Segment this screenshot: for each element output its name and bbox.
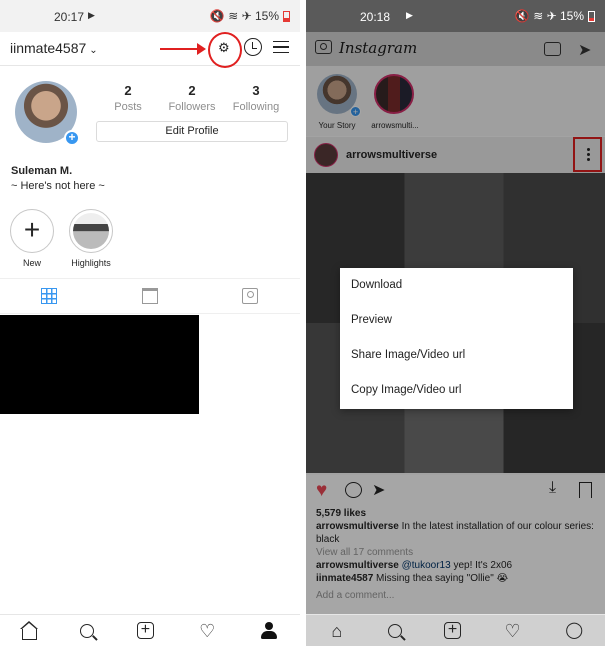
bookmark-icon[interactable] <box>579 482 592 499</box>
highlight-label: Highlights <box>71 258 111 268</box>
comment-icon[interactable] <box>345 482 362 498</box>
share-icon[interactable]: ➤ <box>372 480 385 500</box>
profile-tabs <box>0 278 300 314</box>
stat-number: 2 <box>188 83 196 98</box>
igtv-icon[interactable] <box>142 288 158 304</box>
stat-number: 3 <box>252 83 260 98</box>
activity-heart-icon[interactable]: ♡ <box>197 621 217 641</box>
context-menu: Download Preview Share Image/Video url C… <box>340 268 573 409</box>
feed-screen: 20:18 ▶ 🔇 ≋ ✈ 15% Instagram ➤ + Your Sto… <box>306 0 605 646</box>
gear-icon[interactable]: ⚙ <box>218 40 230 56</box>
like-heart-icon[interactable]: ♥ <box>316 480 327 502</box>
activity-heart-icon[interactable]: ♡ <box>503 621 523 641</box>
profile-screen: 20:17 ▶ 🔇 ≋ ✈ 15% iinmate4587 ⌄ ⚙ + 2 Pos… <box>0 0 300 646</box>
play-icon: ▶ <box>406 10 413 20</box>
status-icons: 🔇 ≋ ✈ 15% <box>210 9 290 23</box>
menu-item-download[interactable]: Download <box>340 268 573 303</box>
bottom-nav: ⌂ + ♡ ◯ <box>306 614 605 646</box>
caption-user[interactable]: arrowsmultiverse <box>316 521 399 532</box>
caption: arrowsmultiverse In the latest installat… <box>316 520 595 546</box>
post-actions: ♥ ➤ ⤓ <box>306 475 605 505</box>
chevron-down-icon: ⌄ <box>89 45 98 56</box>
comment-text: yep! It's 2x06 <box>450 560 513 571</box>
status-icons-text: 🔇 ≋ ✈ 15% <box>514 9 584 23</box>
instagram-logo: Instagram <box>339 39 418 57</box>
edit-profile-button[interactable]: Edit Profile <box>96 121 288 142</box>
menu-item-copy-url[interactable]: Copy Image/Video url <box>340 373 573 408</box>
status-icons: 🔇 ≋ ✈ 15% <box>515 9 595 23</box>
stat-followers[interactable]: 2 Followers <box>162 83 222 113</box>
post-username[interactable]: arrowsmultiverse <box>346 149 437 161</box>
battery-icon <box>588 10 595 22</box>
status-icons-text: 🔇 ≋ ✈ 15% <box>209 9 279 23</box>
post-thumbnail[interactable] <box>0 315 199 414</box>
annotation-arrow <box>160 43 206 55</box>
add-post-icon[interactable]: + <box>136 622 154 639</box>
add-story-icon[interactable]: + <box>64 130 80 146</box>
stat-following[interactable]: 3 Following <box>226 83 286 113</box>
add-comment-input[interactable]: Add a comment... <box>316 589 595 602</box>
home-icon[interactable] <box>19 621 38 640</box>
view-comments-link[interactable]: View all 17 comments <box>316 546 595 559</box>
more-vertical-icon <box>587 148 590 151</box>
feed-header: Instagram ➤ <box>306 32 605 66</box>
status-bar: 20:18 ▶ 🔇 ≋ ✈ 15% <box>306 0 605 32</box>
menu-item-share-url[interactable]: Share Image/Video url <box>340 338 573 373</box>
story-label: arrowsmulti... <box>371 121 419 130</box>
comment-mention[interactable]: @tukoor13 <box>402 560 451 571</box>
search-icon[interactable] <box>388 623 403 638</box>
direct-send-icon[interactable]: ➤ <box>578 40 591 60</box>
comment-text: Missing thea saying "Ollie" 😭 <box>373 573 509 584</box>
username-switcher[interactable]: iinmate4587 ⌄ <box>10 40 98 56</box>
post-details: 5,579 likes arrowsmultiverse In the late… <box>306 505 605 615</box>
profile-icon[interactable] <box>260 621 278 640</box>
status-bar: 20:17 ▶ 🔇 ≋ ✈ 15% <box>0 0 300 32</box>
status-time: 20:18 <box>360 10 391 24</box>
post-header: arrowsmultiverse <box>306 137 605 173</box>
likes-count[interactable]: 5,579 likes <box>316 507 595 520</box>
more-options-button[interactable] <box>573 137 602 172</box>
search-icon[interactable] <box>79 623 94 638</box>
stat-label: Posts <box>114 101 142 113</box>
battery-icon <box>283 10 290 22</box>
tagged-icon[interactable] <box>242 288 258 304</box>
story-label: Your Story <box>318 121 356 130</box>
comment-row: arrowsmultiverse @tukoor13 yep! It's 2x0… <box>316 559 595 572</box>
igtv-icon[interactable] <box>544 42 561 56</box>
bottom-nav: + ♡ <box>0 614 300 646</box>
stories-tray: + Your Story arrowsmulti... <box>306 66 605 136</box>
menu-item-preview[interactable]: Preview <box>340 303 573 338</box>
story-avatar[interactable] <box>374 74 414 114</box>
grid-icon[interactable] <box>41 288 57 304</box>
highlight-story[interactable] <box>69 209 113 253</box>
comment-user[interactable]: arrowsmultiverse <box>316 560 399 571</box>
profile-icon[interactable]: ◯ <box>564 621 584 641</box>
new-highlight-button[interactable] <box>10 209 54 253</box>
stat-posts[interactable]: 2 Posts <box>98 83 158 113</box>
comment-user[interactable]: iinmate4587 <box>316 573 373 584</box>
username-label: iinmate4587 <box>10 40 87 56</box>
download-icon[interactable]: ⤓ <box>549 479 556 497</box>
highlight-thumbnail <box>73 213 109 249</box>
stat-label: Followers <box>168 101 216 113</box>
add-post-icon[interactable]: + <box>443 622 461 639</box>
play-icon: ▶ <box>88 10 95 20</box>
post-avatar[interactable] <box>314 143 338 167</box>
home-icon[interactable]: ⌂ <box>327 621 347 641</box>
comment-row: iinmate4587 Missing thea saying "Ollie" … <box>316 572 595 585</box>
stat-label: Following <box>232 101 280 113</box>
bio: ~ Here's not here ~ <box>11 180 105 192</box>
add-story-icon[interactable]: + <box>350 106 361 117</box>
stat-number: 2 <box>124 83 132 98</box>
menu-icon[interactable] <box>273 41 289 53</box>
status-time: 20:17 <box>54 10 85 24</box>
camera-icon[interactable] <box>315 40 332 54</box>
new-highlight-label: New <box>22 258 41 268</box>
history-icon[interactable] <box>244 38 262 56</box>
full-name: Suleman M. <box>11 165 73 177</box>
